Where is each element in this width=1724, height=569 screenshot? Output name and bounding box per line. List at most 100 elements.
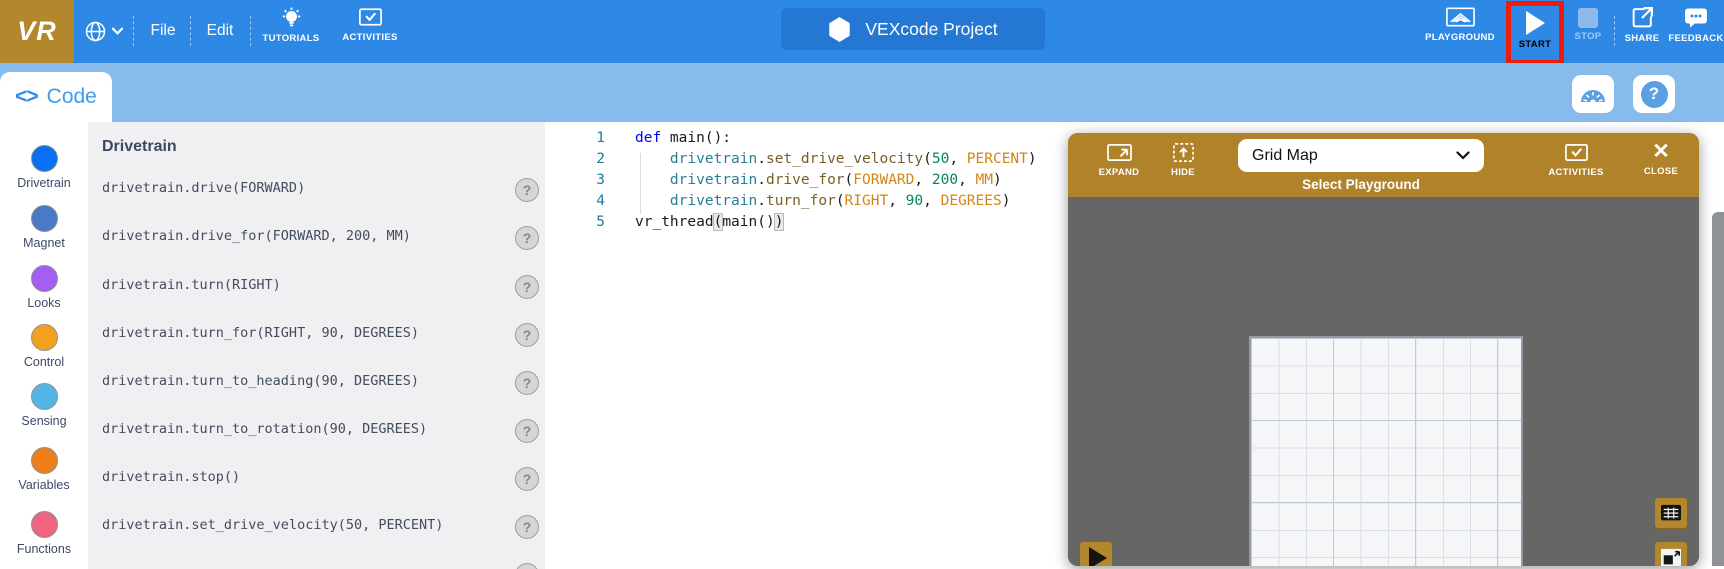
category-label: Sensing — [21, 414, 66, 428]
code-token: , — [949, 151, 966, 167]
code-line: 2 drivetrain.set_drive_velocity(50, PERC… — [545, 151, 1068, 172]
share-button[interactable]: SHARE — [1616, 5, 1668, 57]
stop-icon — [1578, 8, 1598, 28]
help-icon: ? — [1641, 81, 1668, 108]
code-token: ( — [714, 214, 723, 230]
menubar-divider — [1614, 16, 1615, 46]
project-title-button[interactable]: VEXcode Project — [781, 8, 1045, 50]
playground-select-dropdown[interactable]: Grid Map — [1238, 139, 1484, 172]
sidebar-item-magnet[interactable]: Magnet — [0, 205, 88, 250]
activities-icon — [357, 5, 384, 29]
playground-button[interactable]: PLAYGROUND — [1420, 5, 1500, 57]
code-token: , — [914, 172, 931, 188]
code-token: . — [757, 193, 766, 209]
feedback-button[interactable]: FEEDBACK — [1668, 5, 1724, 57]
command-text[interactable]: drivetrain.turn(RIGHT) — [102, 277, 281, 293]
sidebar-item-variables[interactable]: Variables — [0, 447, 88, 492]
command-text[interactable]: drivetrain.stop() — [102, 469, 240, 485]
sidebar-item-functions[interactable]: Functions — [0, 511, 88, 556]
stop-label: STOP — [1575, 31, 1602, 42]
line-number: 5 — [545, 214, 605, 230]
playground-activities-button[interactable]: ACTIVITIES — [1544, 141, 1608, 178]
start-button-highlight[interactable]: START — [1506, 1, 1564, 65]
code-token: , — [958, 172, 975, 188]
command-row: drivetrain.stop()? — [88, 467, 545, 491]
dashboard-gauge-button[interactable] — [1572, 75, 1614, 113]
help-button[interactable]: ? — [1633, 75, 1675, 113]
command-text[interactable]: drivetrain.turn_to_rotation(90, DEGREES) — [102, 421, 427, 437]
category-circle-icon — [31, 145, 58, 172]
category-circle-icon — [31, 383, 58, 410]
top-menu-bar: VR File Edit TUTORIALS ACTIVITIES VEXcod… — [0, 0, 1724, 63]
close-button[interactable]: ✕ CLOSE — [1636, 141, 1686, 177]
category-circle-icon — [31, 511, 58, 538]
code-token: main() — [722, 214, 774, 230]
command-text[interactable]: drivetrain.turn_for(RIGHT, 90, DEGREES) — [102, 325, 419, 341]
activities-button[interactable]: ACTIVITIES — [338, 5, 402, 57]
command-help-button[interactable]: ? — [515, 275, 539, 299]
sensor-values-toggle-button[interactable] — [1655, 498, 1687, 530]
code-editor[interactable]: 1def main():2 drivetrain.set_drive_veloc… — [545, 122, 1068, 569]
command-text[interactable]: drivetrain.turn_to_heading(90, DEGREES) — [102, 373, 419, 389]
sidebar-item-looks[interactable]: Looks — [0, 265, 88, 310]
command-help-button[interactable]: ? — [515, 323, 539, 347]
code-token: . — [757, 151, 766, 167]
playground-activities-label: ACTIVITIES — [1548, 167, 1603, 178]
tutorials-label: TUTORIALS — [263, 33, 320, 44]
code-content: vr_thread(main()) — [635, 214, 783, 230]
command-help-button[interactable]: ? — [515, 467, 539, 491]
command-row: drivetrain.turn(RIGHT)? — [88, 275, 545, 299]
playground-label: PLAYGROUND — [1425, 32, 1495, 43]
code-token: FORWARD — [853, 172, 914, 188]
category-circle-icon — [31, 447, 58, 474]
hexagon-icon — [828, 17, 851, 42]
tutorials-button[interactable]: TUTORIALS — [260, 5, 322, 57]
command-help-button[interactable]: ? — [515, 563, 539, 569]
share-label: SHARE — [1625, 33, 1660, 44]
command-text[interactable]: drivetrain.drive(FORWARD) — [102, 180, 305, 196]
sidebar-item-control[interactable]: Control — [0, 324, 88, 369]
code-token: drivetrain — [670, 151, 757, 167]
code-content: drivetrain.turn_for(RIGHT, 90, DEGREES) — [635, 193, 1010, 209]
sidebar-item-drivetrain[interactable]: Drivetrain — [0, 145, 88, 190]
playground-viewport — [1068, 197, 1699, 566]
code-token: , — [888, 193, 905, 209]
sidebar-item-sensing[interactable]: Sensing — [0, 383, 88, 428]
activities-icon — [1562, 141, 1591, 164]
grid-map[interactable] — [1249, 336, 1523, 566]
code-token: 200 — [932, 172, 958, 188]
code-token: ) — [1028, 151, 1037, 167]
robot-position-button[interactable] — [1655, 542, 1687, 566]
code-token: turn_for — [766, 193, 836, 209]
command-row: drivetrain.turn_to_heading(90, DEGREES)? — [88, 371, 545, 395]
code-token: DEGREES — [941, 193, 1002, 209]
expand-button[interactable]: EXPAND — [1090, 141, 1148, 178]
line-number: 2 — [545, 151, 605, 167]
code-token: RIGHT — [845, 193, 889, 209]
command-help-button[interactable]: ? — [515, 419, 539, 443]
close-icon: ✕ — [1652, 141, 1670, 163]
vr-logo[interactable]: VR — [0, 0, 74, 63]
command-text[interactable]: drivetrain.set_drive_velocity(50, PERCEN… — [102, 517, 443, 533]
code-token: , — [923, 193, 940, 209]
menu-file[interactable]: File — [138, 14, 188, 48]
command-help-button[interactable]: ? — [515, 515, 539, 539]
share-icon — [1630, 5, 1655, 30]
command-text[interactable]: drivetrain.drive_for(FORWARD, 200, MM) — [102, 228, 411, 244]
tab-code[interactable]: <> Code — [0, 72, 112, 122]
command-help-button[interactable]: ? — [515, 178, 539, 202]
start-play-icon — [1526, 11, 1545, 35]
gauge-icon — [1578, 82, 1608, 106]
code-token: MM — [976, 172, 993, 188]
menu-edit[interactable]: Edit — [194, 14, 246, 48]
playground-window-header: EXPAND HIDE Grid Map Select Playground A… — [1068, 133, 1699, 197]
stop-button: STOP — [1566, 5, 1610, 57]
command-row-partial: ? — [88, 563, 545, 569]
code-token: 50 — [932, 151, 949, 167]
hide-button[interactable]: HIDE — [1158, 141, 1208, 178]
command-help-button[interactable]: ? — [515, 226, 539, 250]
code-line: 1def main(): — [545, 130, 1068, 151]
playground-run-button[interactable] — [1080, 542, 1112, 566]
command-help-button[interactable]: ? — [515, 371, 539, 395]
language-menu[interactable] — [76, 14, 130, 48]
